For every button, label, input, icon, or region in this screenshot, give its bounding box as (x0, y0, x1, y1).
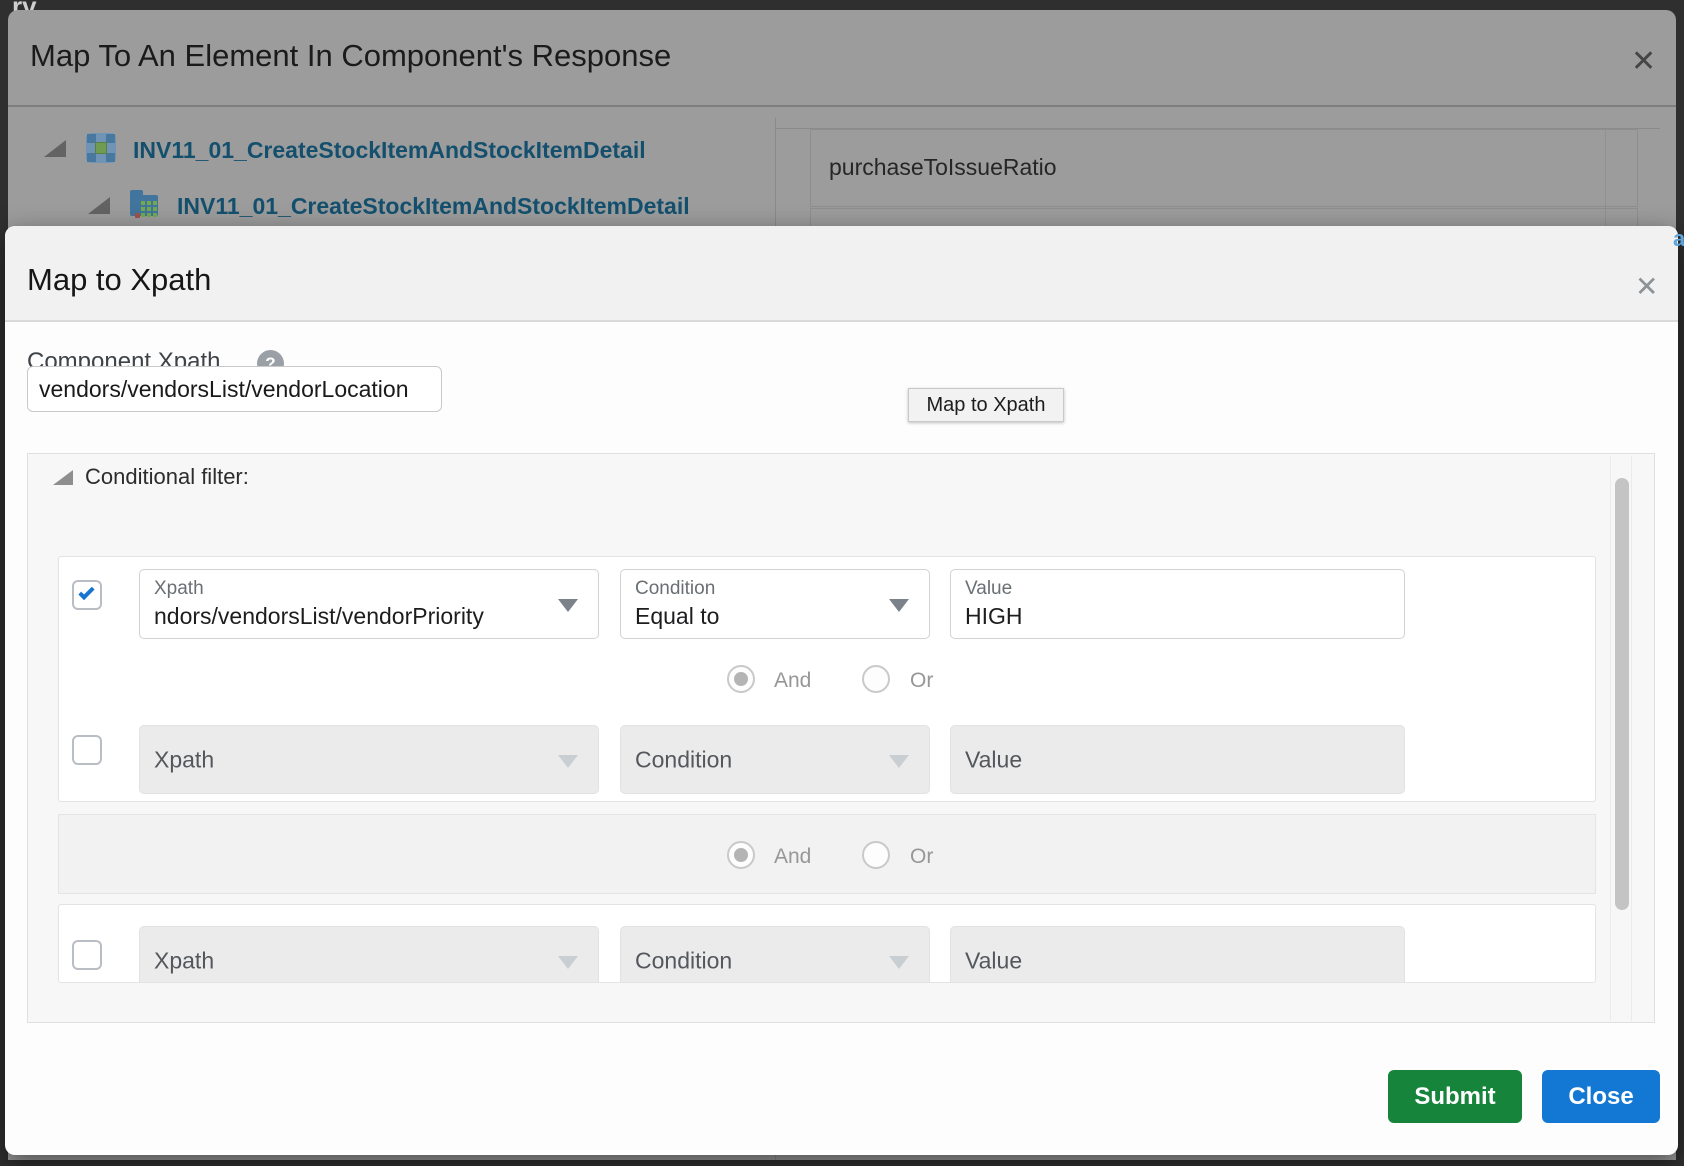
close-icon[interactable]: ✕ (1631, 44, 1656, 79)
and-radio[interactable] (727, 841, 755, 869)
filter-row3-xpath-dropdown[interactable]: Xpath (139, 926, 599, 983)
response-element-label: purchaseToIssueRatio (829, 154, 1057, 181)
filter-row1-condition-dropdown[interactable]: Condition Equal to (620, 569, 930, 639)
conditional-filter-section: Conditional filter: Xpath ndors/vendorsL… (27, 453, 1655, 1023)
filter-group-1: Xpath ndors/vendorsList/vendorPriority C… (58, 556, 1596, 802)
or-radio[interactable] (862, 841, 890, 869)
tree-expander-icon[interactable] (88, 197, 110, 214)
map-to-xpath-tooltip: Map to Xpath (908, 388, 1064, 422)
header-divider (8, 105, 1676, 107)
or-radio[interactable] (862, 665, 890, 693)
value-field-label: Value (965, 746, 1022, 773)
map-to-xpath-modal: Map to Xpath ✕ Component Xpath ? Map to … (5, 226, 1678, 1155)
filter-row1-value-field[interactable]: Value HIGH (950, 569, 1405, 639)
component-xpath-input[interactable] (27, 366, 442, 412)
tree-expander-icon[interactable] (44, 140, 66, 157)
chevron-down-icon (558, 956, 578, 969)
condition-field-label: Condition (635, 578, 715, 600)
submit-button[interactable]: Submit (1388, 1070, 1522, 1123)
chevron-down-icon (889, 755, 909, 768)
component-icon (86, 133, 116, 163)
condition-field-label: Condition (635, 746, 732, 773)
checkmark-icon (78, 584, 94, 600)
page: rv a Map To An Element In Component's Re… (0, 0, 1684, 1166)
value-field-label: Value (965, 948, 1022, 975)
xpath-field-label: Xpath (154, 948, 214, 975)
conditional-filter-label: Conditional filter: (85, 464, 249, 490)
filter-row2-value-field[interactable]: Value (950, 725, 1405, 794)
filter-row1-checkbox[interactable] (72, 580, 102, 610)
filter-row2-condition-dropdown[interactable]: Condition (620, 725, 930, 794)
modal-title: Map to Xpath (27, 262, 211, 298)
close-icon[interactable]: ✕ (1635, 270, 1658, 303)
close-button[interactable]: Close (1542, 1070, 1660, 1123)
chevron-down-icon (889, 599, 909, 612)
filter-group-2: Xpath Condition Value (58, 904, 1596, 983)
value-field-label: Value (965, 578, 1012, 600)
and-radio[interactable] (727, 665, 755, 693)
operator-band: And Or (58, 814, 1596, 894)
tree-item-response[interactable]: INV11_01_CreateStockItemAndStockItemDeta… (177, 193, 690, 220)
condition-field-value: Equal to (635, 603, 889, 630)
response-element-row[interactable]: purchaseToIssueRatio (810, 129, 1638, 207)
xpath-field-label: Xpath (154, 746, 214, 773)
background-page-text-fragment-right: a (1673, 226, 1684, 252)
folder-grid-icon (130, 189, 160, 219)
modal-header: Map to Xpath ✕ (5, 226, 1678, 322)
xpath-field-label: Xpath (154, 578, 204, 600)
chevron-down-icon (558, 755, 578, 768)
filter-row2-xpath-dropdown[interactable]: Xpath (139, 725, 599, 794)
chevron-down-icon (889, 956, 909, 969)
background-modal-title: Map To An Element In Component's Respons… (30, 38, 671, 74)
and-radio-label: And (774, 845, 811, 869)
scrollbar-track[interactable] (1610, 456, 1632, 1021)
section-expander-icon[interactable] (53, 470, 73, 485)
filter-row1-xpath-dropdown[interactable]: Xpath ndors/vendorsList/vendorPriority (139, 569, 599, 639)
and-radio-label: And (774, 669, 811, 693)
filter-row2-checkbox[interactable] (72, 735, 102, 765)
or-radio-label: Or (910, 845, 933, 869)
value-field-value: HIGH (965, 603, 1364, 630)
filter-row3-condition-dropdown[interactable]: Condition (620, 926, 930, 983)
scrollbar-thumb[interactable] (1615, 478, 1629, 910)
or-radio-label: Or (910, 669, 933, 693)
filter-row3-value-field[interactable]: Value (950, 926, 1405, 983)
chevron-down-icon (558, 599, 578, 612)
filter-row3-checkbox[interactable] (72, 940, 102, 970)
condition-field-label: Condition (635, 948, 732, 975)
xpath-field-value: ndors/vendorsList/vendorPriority (154, 603, 558, 630)
tree-item-component[interactable]: INV11_01_CreateStockItemAndStockItemDeta… (133, 137, 646, 164)
